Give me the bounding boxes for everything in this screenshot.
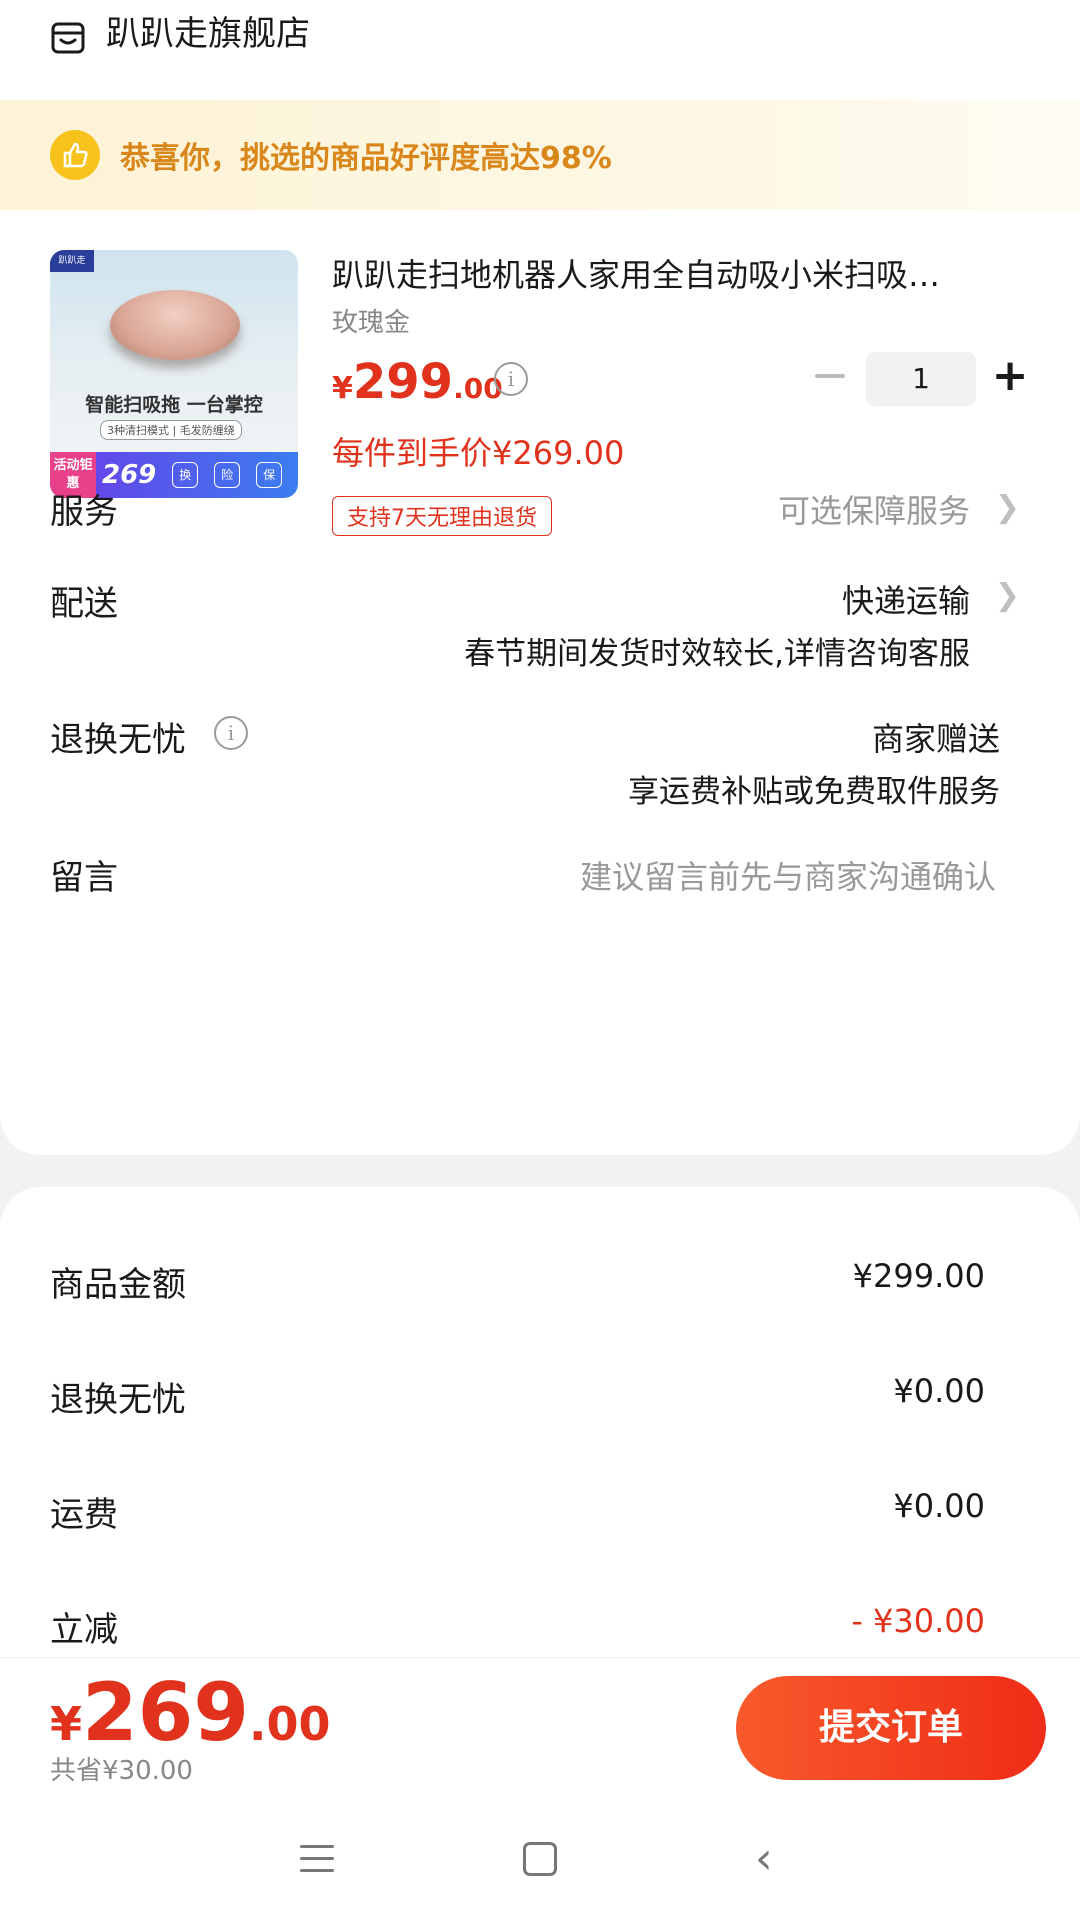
worry-free-label: 退换无忧 — [50, 720, 186, 760]
worry-free-note: 享运费补贴或免费取件服务 — [628, 774, 1000, 810]
promo-chip: 保 — [256, 462, 283, 488]
delivery-label: 配送 — [50, 584, 118, 624]
back-icon[interactable]: ‹ — [755, 1837, 773, 1881]
product-image[interactable]: 趴趴走 智能扫吸拖 一台掌控 3种清扫模式 | 毛发防缠绕 活动钜惠 269 换… — [50, 250, 298, 498]
minus-icon — [815, 374, 845, 378]
summary-label: 退换无忧 — [50, 1380, 186, 1420]
summary-label: 商品金额 — [50, 1265, 186, 1305]
product-title[interactable]: 趴趴走扫地机器人家用全自动吸小米扫吸… — [332, 250, 940, 296]
order-item-card: 趴趴走 智能扫吸拖 一台掌控 3种清扫模式 | 毛发防缠绕 活动钜惠 269 换… — [0, 210, 1080, 1155]
promo-chip: 换 — [172, 462, 199, 488]
price-info-icon[interactable]: i — [494, 362, 528, 396]
discount-value: - ¥30.00 — [851, 1602, 985, 1640]
worry-free-info-icon[interactable]: i — [214, 716, 248, 750]
summary-label: 立减 — [50, 1610, 118, 1650]
quantity-increase-button[interactable]: + — [990, 354, 1030, 398]
message-input[interactable]: 建议留言前先与商家沟通确认 — [580, 852, 996, 898]
product-image-brand: 趴趴走 — [50, 250, 94, 272]
product-image-headline: 智能扫吸拖 一台掌控 — [85, 394, 263, 416]
summary-value: ¥299.00 — [852, 1257, 985, 1295]
thumbs-up-icon — [50, 130, 100, 180]
store-name[interactable]: 趴趴走旗舰店 — [106, 10, 310, 58]
service-label: 服务 — [50, 492, 118, 532]
chevron-right-icon: ❯ — [994, 578, 1020, 613]
system-nav-bar: ‹ — [0, 1797, 1080, 1927]
return-policy-tag: 支持7天无理由退货 — [332, 496, 552, 536]
total-symbol: ¥ — [50, 1697, 83, 1751]
promo-chip: 险 — [214, 462, 241, 488]
total-integer: 269 — [82, 1666, 250, 1759]
product-image-sub: 3种清扫模式 | 毛发防缠绕 — [100, 420, 242, 440]
summary-value: ¥0.00 — [893, 1487, 985, 1525]
delivery-note: 春节期间发货时效较长,详情咨询客服 — [464, 636, 970, 672]
summary-label: 运费 — [50, 1495, 118, 1535]
unit-final-price: 每件到手价¥269.00 — [332, 434, 625, 472]
checkout-bar: ¥ 269 .00 共省¥30.00 提交订单 — [0, 1657, 1080, 1797]
menu-icon[interactable] — [300, 1845, 334, 1881]
price-symbol: ¥ — [332, 371, 353, 406]
price-summary-card: 商品金额 ¥299.00 退换无忧 ¥0.00 运费 ¥0.00 立减 - ¥3… — [0, 1187, 1080, 1657]
praise-banner: 恭喜你，挑选的商品好评度高达98% — [0, 100, 1080, 210]
summary-value: ¥0.00 — [893, 1372, 985, 1410]
quantity-decrease-button[interactable] — [810, 356, 850, 396]
store-icon — [51, 22, 85, 54]
price-integer: 299 — [352, 354, 454, 410]
message-label: 留言 — [50, 858, 118, 898]
saved-amount: 共省¥30.00 — [50, 1756, 193, 1786]
service-value[interactable]: 可选保障服务 — [778, 486, 970, 532]
banner-text: 恭喜你，挑选的商品好评度高达98% — [120, 141, 612, 176]
total-price: ¥ 269 .00 — [50, 1666, 331, 1759]
submit-order-button[interactable]: 提交订单 — [736, 1676, 1046, 1780]
product-variant[interactable]: 玫瑰金 — [332, 302, 410, 339]
store-header[interactable]: 趴趴走旗舰店 — [0, 0, 1080, 100]
quantity-input[interactable]: 1 — [866, 352, 976, 406]
robot-vacuum-illustration — [110, 290, 240, 360]
worry-free-value: 商家赠送 — [871, 720, 1000, 758]
delivery-value[interactable]: 快递运输 — [842, 576, 970, 622]
product-price: ¥ 299 .00 — [332, 354, 503, 410]
chevron-right-icon: ❯ — [994, 490, 1020, 525]
total-decimal: .00 — [249, 1697, 331, 1751]
home-icon[interactable] — [523, 1842, 557, 1876]
